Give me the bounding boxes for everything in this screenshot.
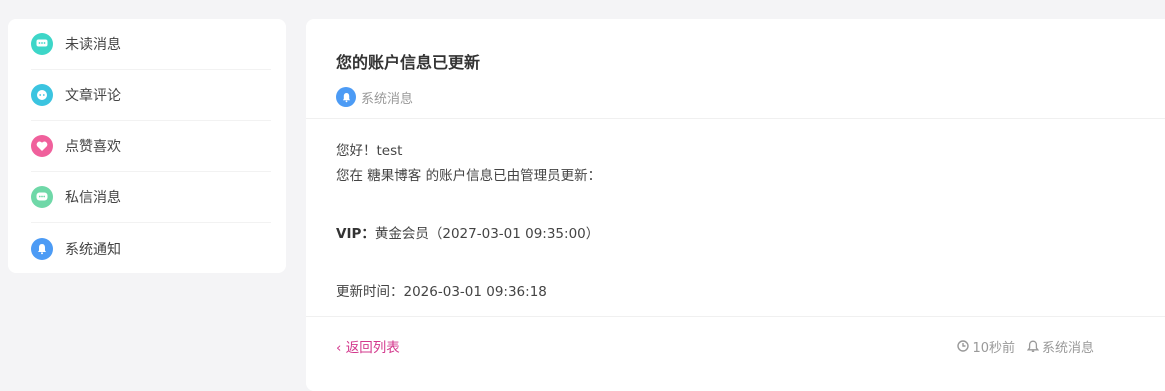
sidebar-item-private-messages[interactable]: 私信消息	[31, 172, 271, 223]
sidebar-item-label: 点赞喜欢	[65, 139, 121, 155]
message-header: 您的账户信息已更新 系统消息	[306, 19, 1165, 119]
message-body: 您好！test 您在 糖果博客 的账户信息已由管理员更新： VIP：黄金会员（2…	[306, 119, 1165, 317]
sidebar-item-label: 未读消息	[65, 37, 121, 53]
chat-bubble-icon	[31, 33, 53, 55]
comment-icon	[31, 84, 53, 106]
clock-icon	[957, 340, 970, 352]
vip-label: VIP：	[336, 226, 375, 242]
greeting-text: 您好！test	[336, 143, 403, 159]
message-detail-panel: 您的账户信息已更新 系统消息 您好！test 您在 糖果博客 的账户信息已由管理…	[306, 19, 1165, 391]
sidebar-item-system[interactable]: 系统通知	[31, 223, 271, 274]
private-message-icon	[31, 186, 53, 208]
back-to-list-link[interactable]: ‹ 返回列表	[336, 336, 400, 356]
sidebar-item-label: 文章评论	[65, 88, 121, 104]
message-type-label: 系统消息	[1041, 340, 1094, 356]
message-type: 系统消息	[1026, 337, 1094, 356]
category-label: 系统消息	[361, 91, 414, 107]
bell-icon	[336, 87, 356, 107]
intro-text: 您在 糖果博客 的账户信息已由管理员更新：	[336, 168, 602, 184]
heart-icon	[31, 135, 53, 157]
vip-line: VIP：黄金会员（2027-03-01 09:35:00）	[336, 222, 1146, 247]
time-ago: 10秒前	[957, 337, 1015, 356]
sidebar-item-comments[interactable]: 文章评论	[31, 70, 271, 121]
message-title: 您的账户信息已更新	[336, 53, 481, 72]
bell-icon	[31, 237, 53, 260]
message-footer: ‹ 返回列表 10秒前 系统消息	[306, 317, 1165, 375]
bell-outline-icon	[1026, 340, 1039, 352]
message-meta: 10秒前 系统消息	[957, 337, 1094, 356]
sidebar-item-label: 系统通知	[65, 241, 121, 258]
time-ago-label: 10秒前	[972, 340, 1015, 356]
vip-value: 黄金会员（2027-03-01 09:35:00）	[374, 226, 600, 242]
sidebar-item-likes[interactable]: 点赞喜欢	[31, 121, 271, 172]
message-category: 系统消息	[336, 87, 1146, 107]
sidebar-item-label: 私信消息	[65, 190, 121, 206]
sidebar: 未读消息 文章评论 点赞喜欢 私信消息 系统通知	[8, 19, 286, 273]
updated-time-text: 更新时间：2026-03-01 09:36:18	[336, 284, 547, 300]
sidebar-item-unread[interactable]: 未读消息	[31, 19, 271, 70]
